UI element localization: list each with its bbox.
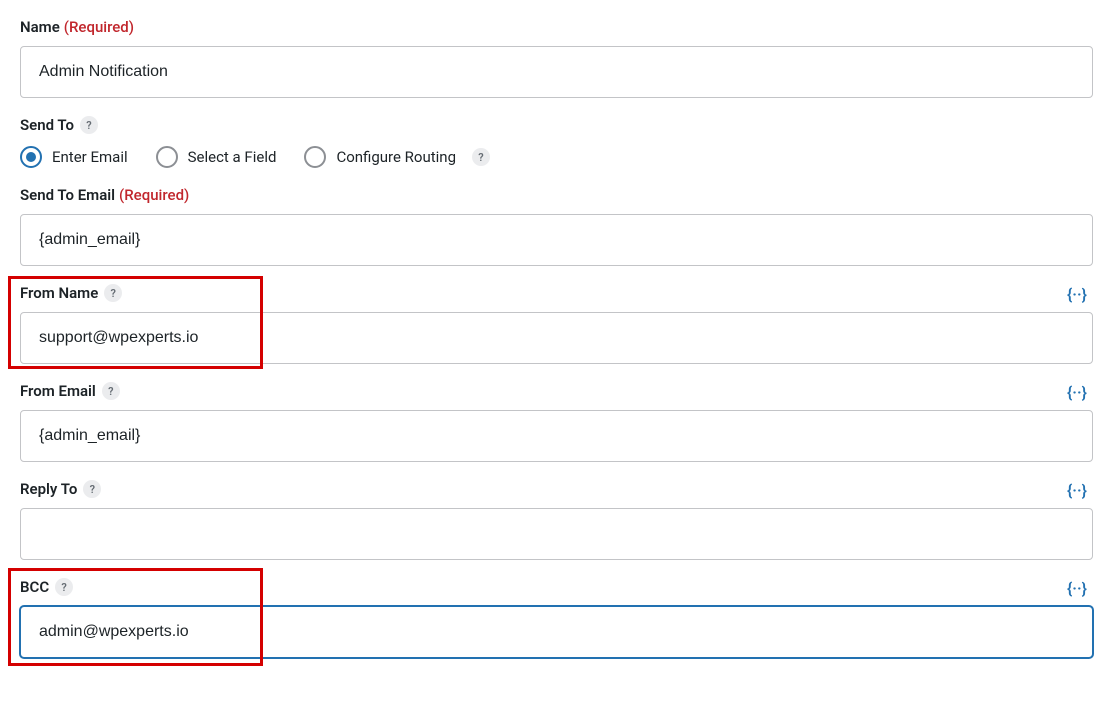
- radio-configure-routing-label: Configure Routing: [336, 148, 456, 166]
- send-to-field-block: Send To ? Enter Email Select a Field Con…: [20, 116, 1093, 168]
- from-name-field-block: From Name ? {··}: [20, 284, 1093, 364]
- from-email-label-row: From Email ?: [20, 382, 1093, 400]
- routing-help-icon[interactable]: ?: [472, 148, 490, 166]
- name-label-row: Name (Required): [20, 18, 1093, 36]
- radio-enter-email[interactable]: Enter Email: [20, 146, 128, 168]
- name-field-block: Name (Required): [20, 18, 1093, 98]
- from-name-input[interactable]: [20, 312, 1093, 364]
- from-email-merge-tag-icon[interactable]: {··}: [1065, 382, 1093, 404]
- name-required: (Required): [64, 18, 134, 36]
- bcc-input[interactable]: [20, 606, 1093, 658]
- from-name-label-row: From Name ?: [20, 284, 1093, 302]
- reply-to-help-icon[interactable]: ?: [83, 480, 101, 498]
- svg-text:{··}: {··}: [1067, 384, 1087, 402]
- send-to-email-field-block: Send To Email (Required): [20, 186, 1093, 266]
- svg-text:{··}: {··}: [1067, 580, 1087, 598]
- reply-to-input[interactable]: [20, 508, 1093, 560]
- send-to-email-label: Send To Email: [20, 186, 115, 204]
- send-to-email-required: (Required): [119, 186, 189, 204]
- send-to-radio-group: Enter Email Select a Field Configure Rou…: [20, 146, 1093, 168]
- bcc-help-icon[interactable]: ?: [55, 578, 73, 596]
- svg-text:{··}: {··}: [1067, 482, 1087, 500]
- reply-to-label-row: Reply To ?: [20, 480, 1093, 498]
- radio-select-field[interactable]: Select a Field: [156, 146, 277, 168]
- radio-circle-icon: [20, 146, 42, 168]
- from-email-field-block: From Email ? {··}: [20, 382, 1093, 462]
- svg-text:{··}: {··}: [1067, 286, 1087, 304]
- from-email-label: From Email: [20, 382, 96, 400]
- notification-form: Name (Required) Send To ? Enter Email Se…: [0, 0, 1113, 678]
- send-to-email-label-row: Send To Email (Required): [20, 186, 1093, 204]
- bcc-field-block: BCC ? {··}: [20, 578, 1093, 658]
- reply-to-merge-tag-icon[interactable]: {··}: [1065, 480, 1093, 502]
- from-email-help-icon[interactable]: ?: [102, 382, 120, 400]
- reply-to-field-block: Reply To ? {··}: [20, 480, 1093, 560]
- radio-enter-email-label: Enter Email: [52, 148, 128, 166]
- radio-circle-icon: [304, 146, 326, 168]
- from-email-input[interactable]: [20, 410, 1093, 462]
- from-name-help-icon[interactable]: ?: [104, 284, 122, 302]
- send-to-label-row: Send To ?: [20, 116, 1093, 134]
- bcc-merge-tag-icon[interactable]: {··}: [1065, 578, 1093, 600]
- name-input[interactable]: [20, 46, 1093, 98]
- bcc-label-row: BCC ?: [20, 578, 1093, 596]
- name-label: Name: [20, 18, 60, 36]
- bcc-label: BCC: [20, 578, 49, 596]
- reply-to-label: Reply To: [20, 480, 77, 498]
- send-to-help-icon[interactable]: ?: [80, 116, 98, 134]
- from-name-label: From Name: [20, 284, 98, 302]
- radio-select-field-label: Select a Field: [188, 148, 277, 166]
- radio-configure-routing[interactable]: Configure Routing ?: [304, 146, 490, 168]
- from-name-merge-tag-icon[interactable]: {··}: [1065, 284, 1093, 306]
- send-to-label: Send To: [20, 116, 74, 134]
- radio-circle-icon: [156, 146, 178, 168]
- send-to-email-input[interactable]: [20, 214, 1093, 266]
